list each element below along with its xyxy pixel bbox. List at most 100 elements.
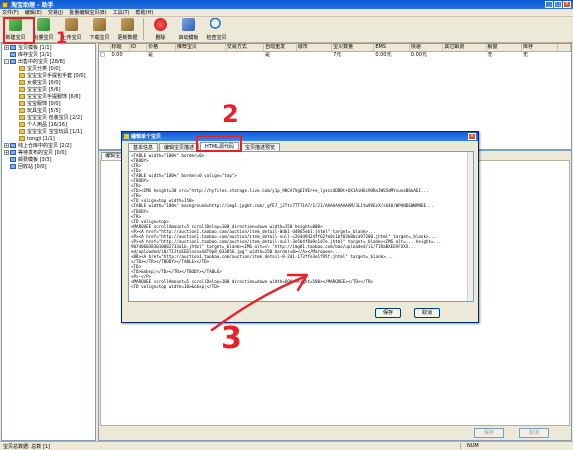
expand-icon[interactable]: + xyxy=(4,150,9,155)
check-icon xyxy=(210,18,223,31)
tree-item[interactable]: tongji [1/1] xyxy=(2,135,95,142)
tree-item-label: 宝贝模板 [1/1] xyxy=(18,45,52,51)
tree-item[interactable]: 邮费模板 [3/3] xyxy=(2,156,95,163)
table-cell xyxy=(176,52,226,59)
tree-item-label: 宝宝宝贝手提服饰 [6/6] xyxy=(27,94,81,100)
column-header[interactable] xyxy=(558,44,571,51)
column-header[interactable]: ID xyxy=(130,44,148,51)
column-header[interactable]: 价格 xyxy=(147,44,176,51)
column-header[interactable]: 宝贝数量 xyxy=(332,44,375,51)
toolbar-button[interactable]: 更新数据 xyxy=(114,17,141,42)
minimize-icon[interactable]: _ xyxy=(545,1,553,8)
tree-item[interactable]: 宝宝宝贝 [5/6] xyxy=(2,86,95,93)
tree-item[interactable]: + 线上仓库中的宝贝 [2/2] xyxy=(2,142,95,149)
code-line: <TABLE width="100%" background=http://im… xyxy=(131,203,434,209)
table-cell: 无 xyxy=(487,52,493,58)
editor-scrollbar[interactable] xyxy=(467,152,473,301)
column-header[interactable]: 交易方式 xyxy=(226,44,265,51)
menu-item[interactable]: 交易(J) xyxy=(48,9,63,16)
dialog-tab[interactable]: 宝贝描述预览 xyxy=(239,143,280,151)
toolbar-button-label: 删除 xyxy=(155,35,166,41)
tree-item-label: 线上仓库中的宝贝 [2/2] xyxy=(18,143,72,149)
toolbar-button[interactable]: 启动模板 xyxy=(175,17,202,42)
folder-icon xyxy=(10,164,16,169)
folder-icon xyxy=(10,45,16,50)
delete-icon xyxy=(154,18,167,31)
annotation-number-1: 1 xyxy=(56,28,68,47)
tree-item[interactable]: 个人用品 [16/16] xyxy=(2,121,95,128)
toolbar-separator xyxy=(143,18,144,40)
menu-item[interactable]: 编辑(E) xyxy=(25,9,42,16)
tree-item[interactable]: 宝宝宝贝 包装宝贝 [2/2] xyxy=(2,114,95,121)
close-icon[interactable]: × xyxy=(563,1,571,8)
column-header[interactable]: 标题 xyxy=(111,44,130,51)
dialog-app-icon xyxy=(124,134,129,139)
column-header[interactable]: 库存 xyxy=(522,44,558,51)
menu-item[interactable]: 工具(T) xyxy=(113,9,130,16)
tree-item[interactable]: 库存宝贝 [1/1] xyxy=(2,51,95,58)
tree-item[interactable]: 宝宝宝贝手提包手套 [0/0] xyxy=(2,72,95,79)
tree-item[interactable]: 宝贝分类 [0/0] xyxy=(2,65,95,72)
menu-item[interactable]: 批量编辑宝贝(B) xyxy=(69,9,106,16)
dialog-tab[interactable]: 编辑宝贝描述 xyxy=(159,143,200,151)
dialog-close-icon[interactable]: × xyxy=(468,133,476,140)
tree-item[interactable]: + 等待发布的宝贝 [0/0] xyxy=(2,149,95,156)
maximize-icon[interactable]: □ xyxy=(554,1,562,8)
folder-icon xyxy=(19,94,25,99)
folder-icon xyxy=(19,115,25,120)
annotation-box-1 xyxy=(3,17,35,44)
tree-item[interactable]: - 出售中的宝贝 [28/8] xyxy=(2,58,95,65)
column-header[interactable]: 橱窗 xyxy=(487,44,523,51)
toolbar-button[interactable]: 下载宝贝 xyxy=(86,17,113,42)
tree-item-label: 宝贝分类 [0/0] xyxy=(27,66,61,72)
folder-icon xyxy=(10,150,16,155)
dialog-save-button[interactable]: 保存 xyxy=(375,308,401,318)
collapse-icon[interactable]: - xyxy=(4,59,9,64)
tree-item[interactable]: 玩具宝贝 [5/5] xyxy=(2,107,95,114)
table-cell xyxy=(443,52,486,59)
table-row[interactable]: □ 0.00 是 是 7元 0.00元 0.00元 无 无 xyxy=(99,52,571,59)
dialog-title: 编辑单个宝贝 xyxy=(131,134,162,140)
status-text: 宝贝总数据: 总数 [1] xyxy=(3,443,50,450)
annotation-arrow xyxy=(210,273,309,332)
menu-item[interactable]: 帮助(H) xyxy=(136,9,154,16)
column-header[interactable]: EMS xyxy=(374,44,410,51)
panel-cancel-button[interactable]: 取消 xyxy=(519,428,549,438)
folder-icon xyxy=(19,66,25,71)
expand-icon[interactable]: + xyxy=(4,45,9,50)
folder-icon xyxy=(19,87,25,92)
menu-item[interactable]: 文件(F) xyxy=(2,9,19,16)
dialog-title-bar: 编辑单个宝贝 × xyxy=(122,132,478,141)
table-cell: 是 xyxy=(265,52,271,58)
window-title: 淘宝助理 - 助手 xyxy=(11,2,54,9)
category-tree[interactable]: + 宝贝模板 [1/1] 库存宝贝 [1/1] - 出售中的宝贝 [28/8] 宝贝分类 … xyxy=(1,43,96,441)
tree-item-label: 宝宝服饰 [0/0] xyxy=(27,101,61,107)
table-cell xyxy=(130,52,147,59)
title-bar: 淘宝助理 - 助手 _ □ × xyxy=(0,0,573,9)
download-icon xyxy=(93,18,106,31)
tree-item-label: 个人用品 [16/16] xyxy=(27,122,67,128)
dialog-tab[interactable]: 基本信息 xyxy=(128,143,159,151)
folder-icon xyxy=(19,101,25,106)
toolbar-button-label: 批量宝贝 xyxy=(33,35,54,41)
column-header[interactable]: 其它邮费 xyxy=(443,44,487,51)
tree-item[interactable]: 回收站 [0/0] xyxy=(2,163,95,170)
annotation-box-2 xyxy=(196,135,242,152)
folder-icon xyxy=(19,80,25,85)
dialog-cancel-button[interactable]: 取消 xyxy=(414,308,440,318)
column-header[interactable]: 自动重发 xyxy=(264,44,297,51)
toolbar-button[interactable]: 删除 xyxy=(147,17,174,42)
panel-save-button[interactable]: 保存 xyxy=(474,428,504,438)
tree-item[interactable]: 宝宝服饰 [0/0] xyxy=(2,100,95,107)
tree-item[interactable]: 宝宝宝贝手提服饰 [6/6] xyxy=(2,93,95,100)
tree-item[interactable]: 女装宝贝 [0/0] xyxy=(2,79,95,86)
column-header[interactable]: 推荐宝贝 xyxy=(176,44,226,51)
tree-item[interactable]: 宝宝宝贝 宝宝玩具 [1/1] xyxy=(2,128,95,135)
tree-item[interactable]: + 宝贝模板 [1/1] xyxy=(2,44,95,51)
column-header[interactable] xyxy=(99,44,111,51)
tree-item-label: 回收站 [0/0] xyxy=(18,164,47,170)
expand-icon[interactable]: + xyxy=(4,143,9,148)
toolbar-button[interactable]: 检查宝贝 xyxy=(203,17,230,42)
column-header[interactable]: 城市 xyxy=(297,44,333,51)
column-header[interactable]: 快递 xyxy=(410,44,444,51)
